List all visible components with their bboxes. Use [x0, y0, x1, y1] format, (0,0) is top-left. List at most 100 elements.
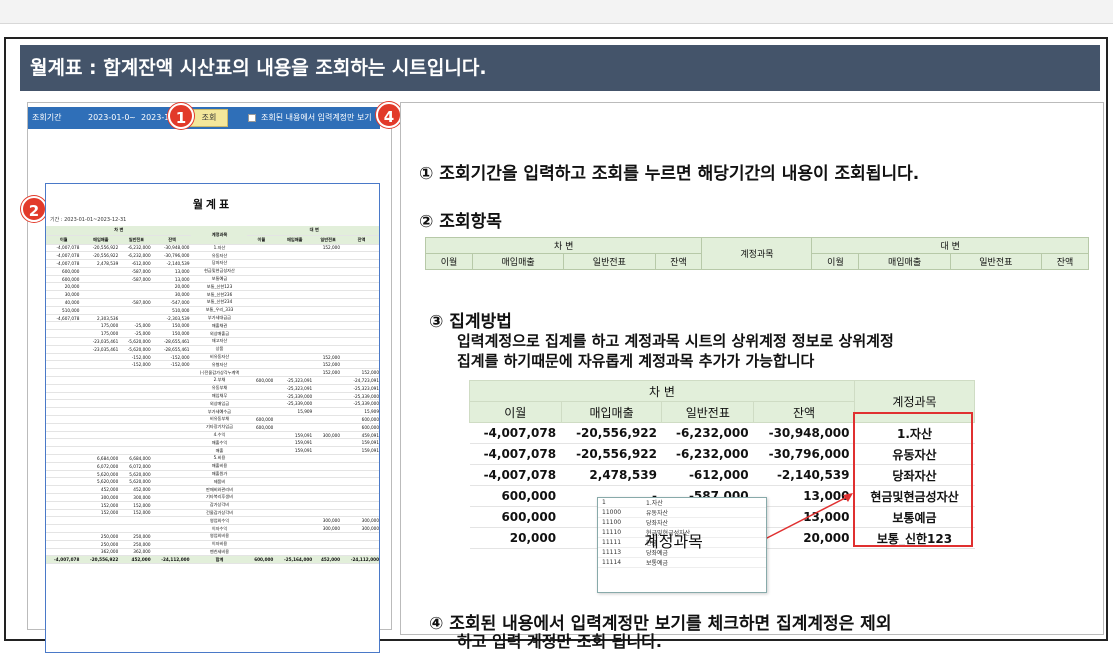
sheet-value-cell: -587,000 — [120, 267, 153, 276]
sheet-value-cell — [314, 532, 343, 541]
sheet-value-cell: -152,000 — [152, 353, 192, 362]
sheet-value-cell — [342, 548, 379, 557]
list-item[interactable]: 11100 당좌자산 — [598, 517, 766, 528]
sheet-value-cell: 300,000 — [120, 493, 153, 502]
sheet-value-cell: 5,620,000 — [81, 470, 121, 479]
sheet-value-cell — [275, 493, 315, 502]
sheet-value-cell — [152, 470, 192, 479]
sheet-value-cell — [275, 524, 315, 533]
list-item[interactable]: 1 1.자산 — [598, 498, 766, 508]
sheet-value-cell: -25,000 — [120, 321, 153, 331]
sheet-value-cell — [247, 267, 276, 276]
sheet-value-cell: 510,000 — [152, 306, 192, 315]
sheet-value-cell: 40,000 — [46, 298, 82, 307]
sheet-value-cell — [152, 454, 192, 463]
sheet-value-cell — [81, 446, 121, 456]
table-row: -4,007,078 -20,556,922 -6,232,000 -30,948,0… — [46, 244, 379, 253]
sheet-value-cell — [46, 548, 82, 557]
query-button[interactable]: 조회 — [190, 109, 228, 127]
sheet-value-cell: 452,000 — [81, 485, 121, 494]
table-row: 외상매입금 -25,339,000 -25,339,000 — [46, 399, 379, 409]
sheet-value-cell — [120, 306, 153, 315]
sheet-account-cell: 매출 — [191, 446, 248, 456]
table-row: 이자수익 300,000 300,000 — [46, 524, 379, 533]
table-row: 362,000 362,000 벤친세비용 — [46, 548, 379, 557]
sheet-value-cell — [120, 290, 153, 300]
sheet-value-cell: 600,000 — [342, 415, 379, 424]
sheet-value-cell — [314, 251, 343, 261]
sheet-value-cell — [152, 392, 192, 401]
sheet-value-cell — [152, 485, 192, 494]
sheet-value-cell — [342, 314, 379, 323]
sheet-value-cell — [247, 548, 276, 557]
step-1-text: ① 조회기간을 입력하고 조회를 누르면 해당기간의 내용이 조회됩니다. — [419, 164, 920, 184]
sheet-value-cell — [46, 509, 82, 518]
sheet-value-cell: -25,339,000 — [342, 392, 379, 401]
sheet-value-cell — [152, 423, 192, 432]
sheet-value-cell — [275, 298, 315, 307]
table-row: -4,007,078 2,478,539 -612,000 -2,140,539 당좌자… — [46, 259, 379, 268]
table-row: -152,000 -152,000 비유동자산 152,000 — [46, 353, 379, 362]
sheet-account-cell: 비유동자산 — [191, 353, 248, 362]
sheet-value-cell — [247, 493, 276, 502]
sheet-value-cell — [120, 392, 153, 401]
popup-code-cell: 11110 — [598, 527, 642, 538]
sheet-value-cell: 300,000 — [342, 524, 379, 533]
popup-code-cell: 11111 — [598, 537, 642, 548]
sheet-value-cell — [275, 337, 315, 346]
sheet-value-cell — [247, 501, 276, 510]
sheet-value-cell: 159,091 — [275, 446, 315, 456]
sheet-value-cell: -152,000 — [120, 360, 153, 370]
sheet-value-cell — [314, 501, 343, 510]
table-row: 300,000 300,000 기타복리후생비 — [46, 493, 379, 502]
popup-label: 계정과목 — [644, 532, 703, 551]
sheet-value-cell — [46, 345, 82, 354]
sheet-value-cell — [342, 282, 379, 292]
sheet-value-cell — [342, 306, 379, 315]
sheet-value-cell — [81, 267, 121, 276]
slide-frame: 월계표 : 합계잔액 시산표의 내용을 조회하는 시트입니다. 조회기간 202… — [4, 37, 1108, 653]
sheet-value-cell — [247, 282, 276, 292]
sheet-value-cell — [81, 516, 121, 526]
sheet-value-cell: 2,303,536 — [81, 314, 121, 323]
sheet-account-cell: 이자수익 — [191, 524, 248, 533]
sheet-value-cell — [275, 244, 315, 253]
sheet-value-cell — [120, 446, 153, 456]
sheet-value-cell — [247, 392, 276, 401]
table-row: 6,684,000 6,684,000 5.비용 — [46, 454, 379, 463]
sheet-value-cell — [342, 244, 379, 253]
sheet-value-cell — [314, 329, 343, 339]
sheet-value-cell — [81, 407, 121, 417]
sheet-value-cell — [120, 431, 153, 440]
sheet-col-label: 이월 — [46, 235, 82, 245]
sheet-value-cell: 600,000 — [247, 376, 276, 385]
sheet-value-cell — [120, 423, 153, 432]
value-cell: -20,556,922 — [561, 422, 662, 444]
list-item[interactable]: 11114 보통예금 — [598, 557, 766, 568]
only-input-checkbox[interactable] — [248, 114, 256, 122]
sheet-value-cell — [152, 399, 192, 409]
sheet-value-cell: 30,000 — [46, 290, 82, 300]
sheet-value-cell — [81, 306, 121, 315]
step-3-line-2: 집계를 하기때문에 자유롭게 계정과목 추가가 가능합니다 — [457, 352, 815, 370]
sheet-value-cell — [81, 431, 121, 440]
sheet-value-cell — [275, 345, 315, 354]
sheet-value-cell: 6,072,000 — [81, 462, 121, 471]
sheet-value-cell — [46, 485, 82, 494]
sheet-value-cell — [275, 275, 315, 284]
sheet-value-cell — [152, 493, 192, 502]
sheet-account-cell: 기타복리후생비 — [191, 493, 248, 502]
list-item[interactable]: 11000 유동자산 — [598, 507, 766, 518]
table-row: 5,620,000 5,620,000 매출원가 — [46, 470, 379, 479]
sheet-value-cell — [247, 345, 276, 354]
sheet-value-cell — [342, 360, 379, 370]
sheet-value-cell: 600,000 — [247, 415, 276, 424]
sheet-value-cell — [247, 532, 276, 541]
sheet-value-cell — [314, 392, 343, 401]
sheet-value-cell — [275, 532, 315, 541]
sheet-col-label: 잔액 — [152, 235, 192, 245]
sheet-value-cell — [81, 368, 121, 378]
table-row: 30,000 30,000 보통_신한236 — [46, 290, 379, 300]
sheet-value-cell — [247, 438, 276, 448]
sheet-value-cell — [342, 259, 379, 268]
